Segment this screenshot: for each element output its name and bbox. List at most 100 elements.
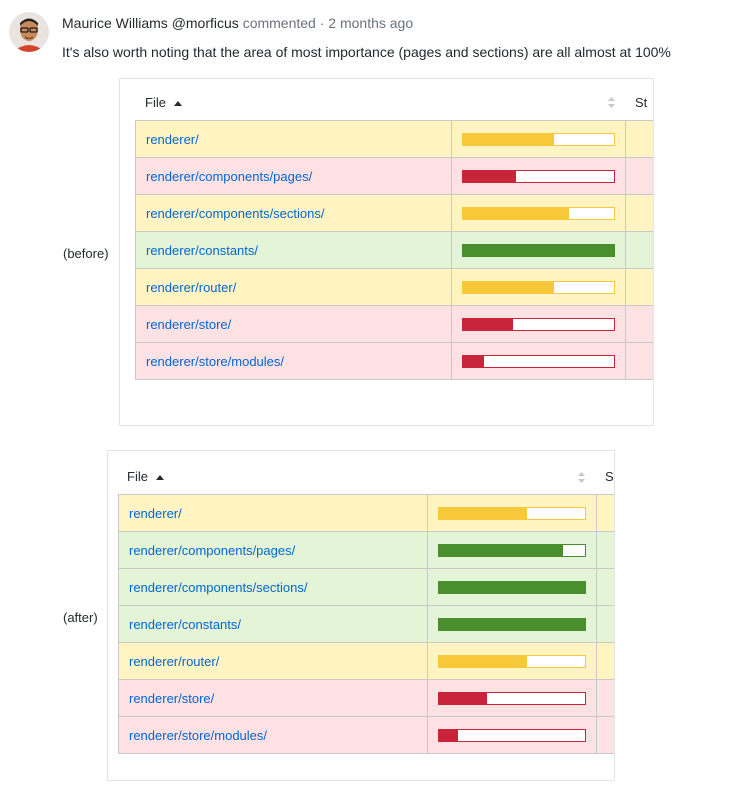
file-cell: renderer/store/: [118, 679, 428, 717]
coverage-bar-fill: [439, 544, 564, 556]
statements-cell: [596, 605, 614, 643]
statements-column-header[interactable]: St: [635, 95, 647, 110]
file-cell: renderer/components/pages/: [118, 531, 428, 569]
file-link[interactable]: renderer/router/: [129, 654, 219, 669]
file-cell: renderer/: [118, 494, 428, 532]
file-cell: renderer/store/modules/: [135, 342, 452, 380]
coverage-bar-cell: [451, 194, 626, 232]
sort-both-icon[interactable]: [578, 472, 585, 483]
coverage-bar-cell: [427, 716, 597, 754]
file-link[interactable]: renderer/store/: [129, 691, 214, 706]
coverage-bar-fill: [463, 207, 569, 219]
avatar[interactable]: [9, 12, 49, 52]
coverage-bar-fill: [463, 244, 614, 256]
file-link[interactable]: renderer/store/: [146, 317, 231, 332]
comment-handle[interactable]: @morficus: [172, 15, 239, 31]
statements-cell: [596, 494, 614, 532]
coverage-bar: [438, 654, 586, 668]
table-row: renderer/: [118, 494, 614, 532]
file-column-header[interactable]: File: [127, 469, 164, 484]
before-label: (before): [63, 246, 109, 261]
coverage-bar-cell: [427, 642, 597, 680]
file-link[interactable]: renderer/store/modules/: [129, 728, 267, 743]
coverage-bar-fill: [439, 507, 527, 519]
file-link[interactable]: renderer/components/sections/: [146, 206, 324, 221]
coverage-bar: [438, 728, 586, 742]
comment-author[interactable]: Maurice Williams: [62, 15, 168, 31]
coverage-table: renderer/renderer/components/pages/rende…: [135, 120, 653, 380]
file-link[interactable]: renderer/router/: [146, 280, 236, 295]
file-link[interactable]: renderer/components/pages/: [129, 543, 295, 558]
coverage-bar-cell: [451, 157, 626, 195]
coverage-bar: [462, 317, 615, 331]
file-cell: renderer/store/modules/: [118, 716, 428, 754]
coverage-bar: [438, 506, 586, 520]
file-link[interactable]: renderer/constants/: [129, 617, 241, 632]
comment-timestamp[interactable]: 2 months ago: [328, 15, 413, 31]
table-row: renderer/store/: [135, 305, 653, 343]
table-row: renderer/components/sections/: [118, 568, 614, 606]
coverage-bar: [438, 580, 586, 594]
comment-separator: ·: [319, 15, 325, 31]
coverage-bar-cell: [451, 120, 626, 158]
coverage-bar-fill: [463, 318, 513, 330]
file-link[interactable]: renderer/constants/: [146, 243, 258, 258]
coverage-bar-cell: [427, 494, 597, 532]
coverage-bar: [462, 169, 615, 183]
file-header-label: File: [127, 469, 148, 484]
table-row: renderer/components/pages/: [135, 157, 653, 195]
coverage-bar-cell: [451, 231, 626, 269]
file-link[interactable]: renderer/components/sections/: [129, 580, 307, 595]
statements-cell: [625, 157, 653, 195]
table-row: renderer/store/modules/: [135, 342, 653, 380]
table-row: renderer/router/: [135, 268, 653, 306]
coverage-bar: [462, 280, 615, 294]
sort-ascending-icon: [155, 475, 164, 480]
coverage-bar-cell: [451, 342, 626, 380]
statements-cell: [625, 231, 653, 269]
statements-cell: [625, 120, 653, 158]
coverage-bar: [438, 543, 586, 557]
statements-cell: [625, 268, 653, 306]
coverage-bar: [438, 691, 586, 705]
coverage-bar-fill: [439, 655, 527, 667]
file-header-label: File: [145, 95, 166, 110]
coverage-bar-fill: [463, 355, 485, 367]
table-row: renderer/router/: [118, 642, 614, 680]
coverage-bar-fill: [463, 133, 554, 145]
statements-cell: [625, 305, 653, 343]
coverage-bar-fill: [439, 692, 488, 704]
table-row: renderer/constants/: [118, 605, 614, 643]
file-link[interactable]: renderer/store/modules/: [146, 354, 284, 369]
file-link[interactable]: renderer/: [146, 132, 199, 147]
coverage-table: renderer/renderer/components/pages/rende…: [118, 494, 614, 754]
coverage-bar-cell: [427, 531, 597, 569]
statements-column-header[interactable]: S: [605, 469, 614, 484]
avatar-image: [9, 12, 49, 52]
sort-both-icon[interactable]: [608, 97, 615, 108]
sort-ascending-icon: [173, 101, 182, 106]
coverage-bar-fill: [463, 281, 554, 293]
before-screenshot: File St renderer/renderer/components/pag…: [119, 78, 654, 426]
statements-cell: [596, 531, 614, 569]
table-row: renderer/store/modules/: [118, 716, 614, 754]
file-cell: renderer/router/: [118, 642, 428, 680]
statements-cell: [596, 716, 614, 754]
statements-cell: [596, 568, 614, 606]
file-link[interactable]: renderer/components/pages/: [146, 169, 312, 184]
file-cell: renderer/components/pages/: [135, 157, 452, 195]
file-link[interactable]: renderer/: [129, 506, 182, 521]
after-label: (after): [63, 610, 98, 625]
comment-action: commented: [242, 15, 316, 31]
comment-header: Maurice Williams @morficus commented · 2…: [62, 14, 413, 32]
file-column-header[interactable]: File: [145, 95, 182, 110]
table-row: renderer/components/pages/: [118, 531, 614, 569]
table-row: renderer/constants/: [135, 231, 653, 269]
coverage-bar: [462, 243, 615, 257]
file-cell: renderer/components/sections/: [118, 568, 428, 606]
statements-cell: [625, 194, 653, 232]
after-screenshot: File S renderer/renderer/components/page…: [107, 450, 615, 781]
coverage-bar-fill: [439, 729, 458, 741]
file-cell: renderer/constants/: [135, 231, 452, 269]
table-row: renderer/store/: [118, 679, 614, 717]
